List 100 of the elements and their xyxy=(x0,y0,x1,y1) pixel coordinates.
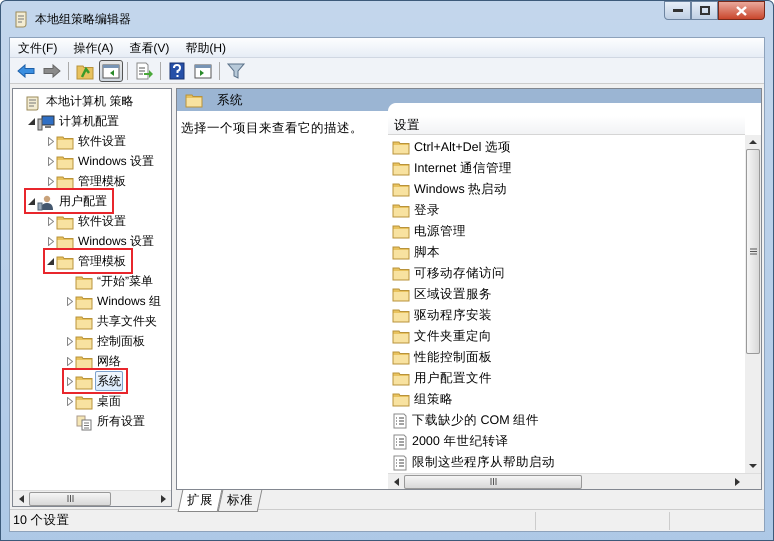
computer-icon xyxy=(37,114,55,131)
list-item[interactable]: 电源管理 xyxy=(414,222,466,241)
tree-item[interactable]: Windows 设置 xyxy=(76,231,156,251)
folder-icon xyxy=(392,224,410,239)
expand-arrow-icon[interactable] xyxy=(66,396,72,406)
list-item[interactable]: 登录 xyxy=(414,201,440,220)
vertical-scrollbar[interactable] xyxy=(745,135,761,473)
scroll-left-icon[interactable] xyxy=(394,478,398,486)
folder-icon xyxy=(56,135,74,150)
tree-item[interactable]: 软件设置 xyxy=(76,131,128,151)
tree-pane-button[interactable] xyxy=(99,60,123,82)
folder-icon xyxy=(392,287,410,302)
close-icon xyxy=(736,6,747,16)
list-item[interactable]: 组策略 xyxy=(414,390,453,409)
folder-icon xyxy=(392,329,410,344)
folder-icon xyxy=(75,395,93,410)
tree-item[interactable]: 本地计算机 策略 xyxy=(44,91,136,111)
tree-item[interactable]: 控制面板 xyxy=(95,331,147,351)
horizontal-scrollbar[interactable] xyxy=(13,490,171,506)
setting-icon xyxy=(392,454,408,470)
list-item[interactable]: 可移动存储访问 xyxy=(414,264,505,283)
list-item[interactable]: 2000 年世纪转译 xyxy=(412,432,508,451)
list-item[interactable]: 文件夹重定向 xyxy=(414,327,492,346)
maximize-button[interactable] xyxy=(691,1,718,20)
details-title: 系统 xyxy=(217,92,243,109)
tree-item[interactable]: 管理模板 xyxy=(76,251,128,271)
tree-item[interactable]: 计算机配置 xyxy=(57,111,121,131)
scroll-right-icon[interactable] xyxy=(734,478,740,486)
user-icon xyxy=(37,194,55,211)
folder-icon xyxy=(392,161,410,176)
list-item[interactable]: Windows 热启动 xyxy=(414,180,508,199)
menu-item[interactable]: 文件(F) xyxy=(10,38,66,56)
menu-item[interactable]: 查看(V) xyxy=(121,38,178,56)
folder-icon xyxy=(392,308,410,323)
expand-arrow-icon[interactable] xyxy=(66,376,72,386)
folder-icon xyxy=(75,335,93,350)
tree-item[interactable]: 网络 xyxy=(95,351,123,371)
collapse-arrow-icon[interactable] xyxy=(28,198,35,204)
tab[interactable]: 扩展 xyxy=(178,490,222,512)
list-item[interactable]: 下载缺少的 COM 组件 xyxy=(412,411,540,430)
folder-icon xyxy=(392,203,410,218)
expand-arrow-icon[interactable] xyxy=(66,296,72,306)
folder-icon xyxy=(392,182,410,197)
maximize-icon xyxy=(700,6,710,15)
minimize-icon xyxy=(672,8,682,12)
expand-arrow-icon[interactable] xyxy=(48,156,54,166)
setting-icon xyxy=(392,434,408,450)
description-text: 选择一个项目来查看它的描述。 xyxy=(181,121,363,135)
folder-icon xyxy=(56,175,74,190)
folder-icon xyxy=(56,235,74,250)
tree-item[interactable]: “开始”菜单 xyxy=(95,271,155,291)
list-item[interactable]: 区域设置服务 xyxy=(414,285,492,304)
collapse-arrow-icon[interactable] xyxy=(28,118,35,124)
horizontal-scrollbar[interactable] xyxy=(388,473,761,489)
scrollbar-thumb[interactable] xyxy=(746,149,760,354)
list-item[interactable]: 驱动程序安装 xyxy=(414,306,492,325)
tab[interactable]: 标准 xyxy=(218,490,262,512)
tree-item[interactable]: 用户配置 xyxy=(57,191,109,211)
setting-icon xyxy=(392,412,408,428)
minimize-button[interactable] xyxy=(664,1,691,20)
scroll-right-icon[interactable] xyxy=(160,494,166,502)
scrollbar-thumb[interactable] xyxy=(29,492,111,506)
scroll-left-icon[interactable] xyxy=(18,494,24,502)
collapse-arrow-icon[interactable] xyxy=(47,258,54,264)
folder-icon xyxy=(75,375,93,390)
folder-icon xyxy=(392,245,410,260)
tree-item[interactable]: 所有设置 xyxy=(95,411,147,431)
list-item[interactable]: 性能控制面板 xyxy=(414,348,492,367)
expand-arrow-icon[interactable] xyxy=(48,176,54,186)
list-item[interactable]: Internet 通信管理 xyxy=(414,159,512,178)
scroll-icon xyxy=(13,11,29,28)
expand-arrow-icon[interactable] xyxy=(48,136,54,146)
scrollbar-thumb[interactable] xyxy=(404,474,582,488)
folder-icon xyxy=(392,392,410,407)
folder-icon xyxy=(392,266,410,281)
expand-arrow-icon[interactable] xyxy=(48,216,54,226)
tree-item[interactable]: 软件设置 xyxy=(76,211,128,231)
folder-icon xyxy=(185,92,203,108)
expand-arrow-icon[interactable] xyxy=(48,236,54,246)
folder-icon xyxy=(75,275,93,290)
list-item[interactable]: 限制这些程序从帮助启动 xyxy=(412,453,555,472)
menu-item[interactable]: 操作(A) xyxy=(65,38,122,56)
folder-icon xyxy=(75,355,93,370)
tree-item[interactable]: 系统 xyxy=(95,371,123,391)
list-item[interactable]: 用户配置文件 xyxy=(414,369,492,388)
folder-icon xyxy=(392,140,410,155)
tree-item[interactable]: 共享文件夹 xyxy=(95,311,159,331)
tree-item[interactable]: 桌面 xyxy=(95,391,123,411)
list-item[interactable]: 脚本 xyxy=(414,243,440,262)
tree-item[interactable]: Windows 设置 xyxy=(76,151,156,171)
close-button[interactable] xyxy=(718,1,765,20)
settings-list-icon xyxy=(75,414,93,431)
tree-item[interactable]: 管理模板 xyxy=(76,171,128,191)
window-title: 本地组策略编辑器 xyxy=(35,11,131,28)
tree-item[interactable]: Windows 组 xyxy=(95,291,164,311)
expand-arrow-icon[interactable] xyxy=(66,336,72,346)
list-item[interactable]: Ctrl+Alt+Del 选项 xyxy=(414,138,511,157)
menu-item[interactable]: 帮助(H) xyxy=(177,38,234,56)
folder-icon xyxy=(56,215,74,230)
expand-arrow-icon[interactable] xyxy=(66,356,72,366)
